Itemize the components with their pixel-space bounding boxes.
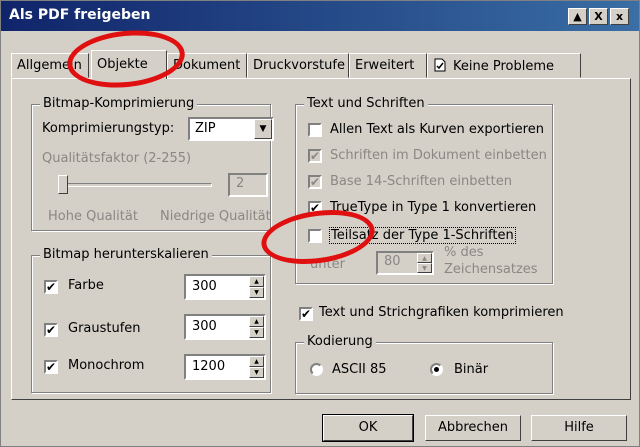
- graustufen-label: Graustufen: [68, 321, 141, 336]
- tab-label: Keine Probleme: [453, 59, 555, 74]
- close-button[interactable]: x: [610, 8, 629, 25]
- compression-type-label: Komprimierungstyp:: [42, 121, 175, 136]
- help-button[interactable]: Hilfe: [531, 415, 627, 441]
- binary-radio[interactable]: [430, 363, 443, 376]
- bitmap-compression-group: Bitmap-Komprimierung Komprimierungstyp: …: [31, 96, 274, 231]
- tab-label: Dokument: [173, 58, 241, 73]
- group-title: Bitmap herunterskalieren: [40, 247, 212, 262]
- spin-down-icon[interactable]: ▼: [249, 287, 264, 298]
- spin-up-icon[interactable]: ▲: [249, 316, 264, 327]
- tab-druckvorstufe[interactable]: Druckvorstufe: [247, 53, 349, 78]
- monochrom-label: Monochrom: [68, 358, 145, 373]
- subset-suffix-line1: % des: [444, 245, 484, 260]
- cancel-button[interactable]: Abbrechen: [425, 415, 521, 441]
- chevron-down-icon[interactable]: ▼: [254, 119, 272, 139]
- compress-text-checkbox[interactable]: ✔: [299, 307, 313, 321]
- tab-label: Erweitert: [355, 58, 415, 73]
- truetype-to-type1-checkbox[interactable]: ✔: [308, 201, 322, 215]
- encoding-group: Kodierung ASCII 85 Binär: [295, 334, 553, 394]
- spin-down-icon[interactable]: ▼: [249, 367, 264, 378]
- ascii85-label: ASCII 85: [332, 362, 387, 377]
- tab-label: Druckvorstufe: [253, 58, 345, 73]
- tab-keine-probleme[interactable]: Keine Probleme: [427, 53, 581, 78]
- truetype-to-type1-label: TrueType in Type 1 konvertieren: [330, 200, 537, 215]
- question-button[interactable]: X: [589, 8, 608, 25]
- subset-type1-checkbox[interactable]: [308, 229, 322, 243]
- graustufen-resolution-spinner[interactable]: 300 ▲ ▼: [184, 314, 266, 340]
- bitmap-downsample-group: Bitmap herunterskalieren ✔ Farbe 300 ▲ ▼ …: [31, 247, 271, 393]
- quality-value: 2: [236, 176, 245, 191]
- spinner-arrows[interactable]: ▲ ▼: [249, 356, 264, 378]
- spin-up-icon[interactable]: ▲: [417, 253, 432, 263]
- ascii85-radio[interactable]: [310, 363, 323, 376]
- tab-allgemein[interactable]: Allgemein: [11, 53, 89, 78]
- compress-text-label: Text und Strichgrafiken komprimieren: [319, 305, 564, 320]
- base14-fonts-label: Base 14-Schriften einbetten: [330, 174, 512, 189]
- text-fonts-group: Text und Schriften Allen Text als Kurven…: [295, 96, 553, 284]
- monochrom-checkbox[interactable]: ✔: [44, 360, 58, 374]
- ok-button[interactable]: OK: [322, 414, 414, 442]
- high-quality-label: Hohe Qualität: [48, 209, 138, 224]
- subset-type1-label: Teilsatz der Type 1-Schriften: [329, 227, 516, 244]
- base14-fonts-checkbox[interactable]: ✔: [308, 175, 322, 189]
- window-title: Als PDF freigeben: [9, 7, 151, 23]
- spinner-arrows[interactable]: ▲ ▼: [249, 276, 264, 298]
- quality-value-field[interactable]: 2: [228, 173, 268, 197]
- group-title: Text und Schriften: [304, 96, 428, 111]
- subset-suffix-line2: Zeichensatzes: [444, 262, 538, 277]
- text-as-curves-checkbox[interactable]: [308, 123, 322, 137]
- subset-percent-value: 80: [384, 254, 401, 269]
- quality-slider-thumb[interactable]: [58, 175, 68, 194]
- farbe-resolution-value: 300: [192, 279, 217, 294]
- compression-type-combo[interactable]: ZIP ▼: [188, 117, 274, 141]
- spinner-arrows[interactable]: ▲ ▼: [417, 253, 432, 273]
- quality-factor-label: Qualitätsfaktor (2-255): [42, 151, 192, 166]
- embed-fonts-label: Schriften im Dokument einbetten: [330, 148, 547, 163]
- farbe-resolution-spinner[interactable]: 300 ▲ ▼: [184, 274, 266, 300]
- spin-down-icon[interactable]: ▼: [249, 327, 264, 338]
- compression-type-value: ZIP: [195, 121, 216, 136]
- window-controls: ▲ X x: [568, 8, 629, 25]
- tab-objekte[interactable]: Objekte: [91, 50, 167, 79]
- spinner-arrows[interactable]: ▲ ▼: [249, 316, 264, 338]
- group-title: Kodierung: [304, 334, 376, 349]
- farbe-checkbox[interactable]: ✔: [44, 280, 58, 294]
- embed-fonts-checkbox[interactable]: ✔: [308, 149, 322, 163]
- spin-up-icon[interactable]: ▲: [249, 356, 264, 367]
- monochrom-resolution-value: 1200: [192, 359, 226, 374]
- title-bar: Als PDF freigeben ▲ X x: [1, 1, 639, 31]
- spin-up-icon[interactable]: ▲: [249, 276, 264, 287]
- tab-label: Objekte: [97, 57, 148, 72]
- group-title: Bitmap-Komprimierung: [40, 96, 198, 111]
- subset-percent-spinner[interactable]: 80 ▲ ▼: [376, 251, 434, 275]
- monochrom-resolution-spinner[interactable]: 1200 ▲ ▼: [184, 354, 266, 380]
- spin-down-icon[interactable]: ▼: [417, 263, 432, 273]
- quality-slider-track: [58, 183, 212, 187]
- subset-prefix-label: unter: [310, 257, 345, 272]
- text-as-curves-label: Allen Text als Kurven exportieren: [330, 122, 544, 137]
- check-document-icon: [434, 58, 446, 72]
- farbe-label: Farbe: [68, 278, 104, 293]
- binary-label: Binär: [454, 362, 489, 377]
- tab-dokument[interactable]: Dokument: [167, 53, 247, 78]
- help-context-button[interactable]: ▲: [568, 8, 587, 25]
- graustufen-resolution-value: 300: [192, 319, 217, 334]
- tab-erweitert[interactable]: Erweitert: [349, 53, 427, 78]
- pdf-export-dialog: Als PDF freigeben ▲ X x Allgemein Objekt…: [0, 0, 640, 447]
- low-quality-label: Niedrige Qualität: [160, 209, 271, 224]
- tab-label: Allgemein: [17, 58, 82, 73]
- graustufen-checkbox[interactable]: ✔: [44, 323, 58, 337]
